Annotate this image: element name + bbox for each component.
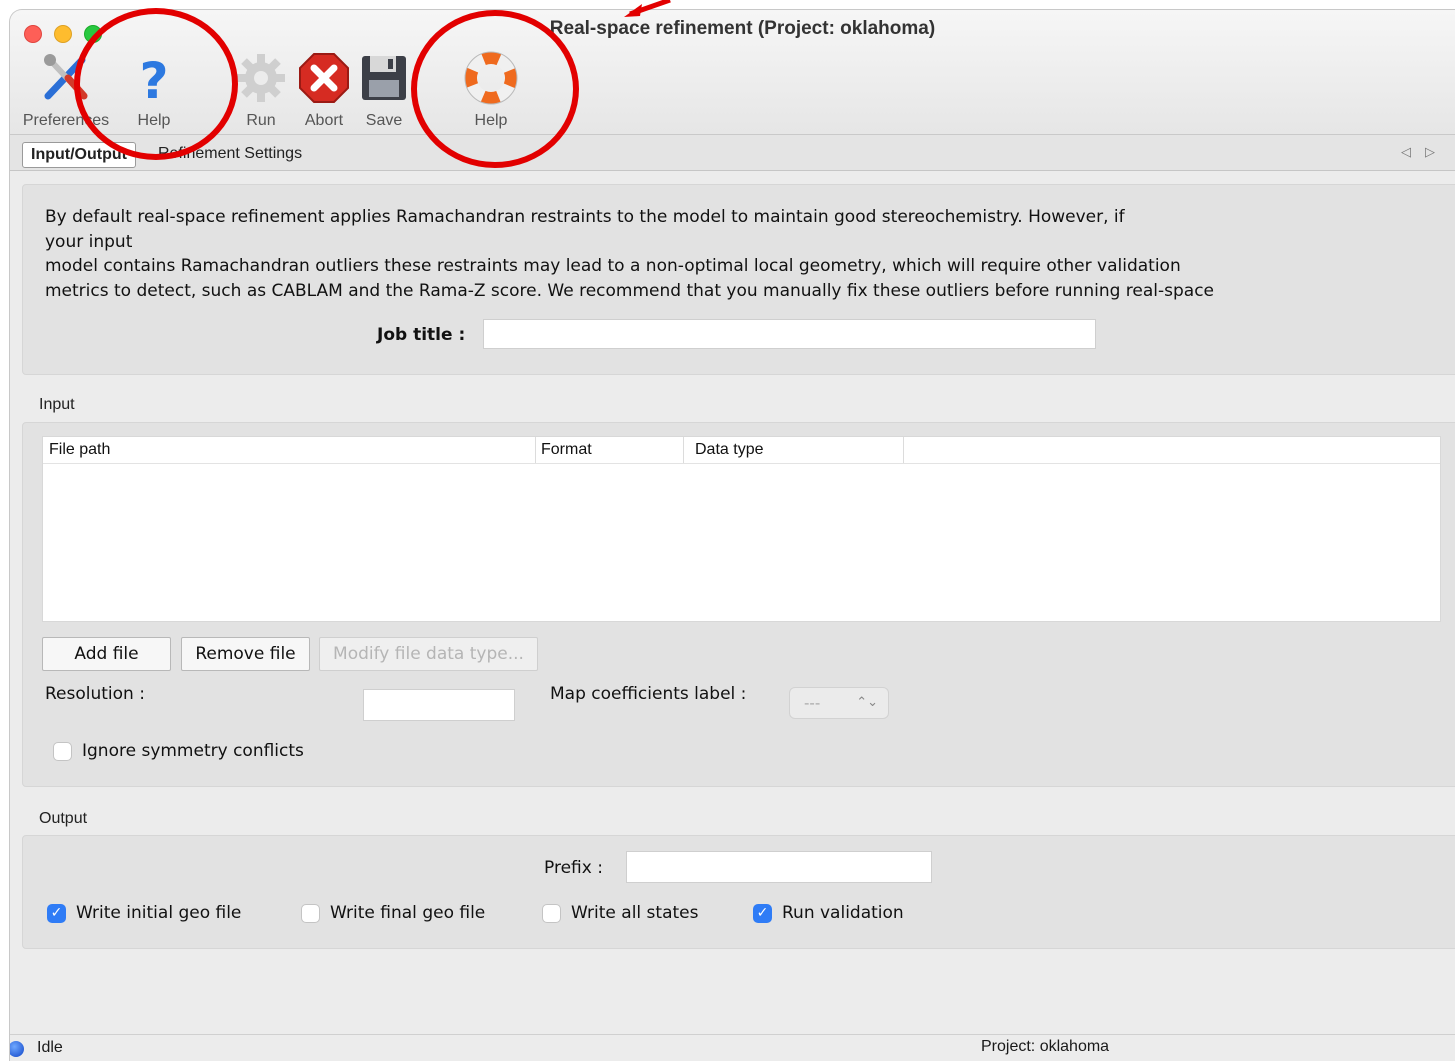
column-header-file-path[interactable]: File path (43, 437, 536, 463)
description-line-2: your input (45, 231, 133, 252)
input-files-table[interactable]: File path Format Data type (42, 436, 1441, 622)
project-name: Project: oklahoma (981, 1038, 1110, 1055)
ignore-symmetry-label: Ignore symmetry conflicts (82, 741, 304, 761)
help-button[interactable]: ? Help (122, 50, 186, 130)
save-label: Save (365, 112, 403, 129)
prefix-input[interactable] (626, 851, 932, 883)
save-button[interactable]: Save (356, 50, 412, 130)
map-coefficients-value: --- (804, 694, 821, 712)
status-bar: Idle Project: oklahoma (10, 1034, 1455, 1061)
prefix-label: Prefix : (544, 858, 603, 878)
run-button[interactable]: Run (230, 50, 292, 130)
write-all-states-label: Write all states (571, 903, 699, 923)
map-coefficients-select[interactable]: --- ⌃⌄ (789, 687, 889, 719)
svg-text:?: ? (139, 52, 168, 106)
remove-file-button[interactable]: Remove file (181, 637, 310, 671)
output-section-title: Output (39, 810, 88, 827)
write-final-geo-checkbox[interactable]: Write final geo file (301, 903, 485, 923)
status-indicator-icon (10, 1041, 24, 1057)
abort-label: Abort (304, 112, 344, 129)
table-header-divider (43, 463, 1440, 464)
description-line-3: model contains Ramachandran outliers the… (45, 256, 1181, 276)
input-section-title: Input (39, 396, 75, 413)
lifebuoy-icon (463, 50, 519, 106)
help-label: Help (137, 112, 171, 129)
select-stepper-icon: ⌃⌄ (856, 695, 878, 710)
write-all-states-box (542, 903, 561, 923)
ignore-symmetry-checkbox[interactable]: Ignore symmetry conflicts (53, 741, 304, 761)
resolution-input[interactable] (363, 689, 515, 721)
description-line-4: metrics to detect, such as CABLAM and th… (45, 280, 1215, 301)
write-final-geo-label: Write final geo file (330, 903, 486, 923)
preferences-label: Preferences (22, 112, 110, 129)
help2-label: Help (474, 112, 508, 129)
add-file-button[interactable]: Add file (42, 637, 171, 671)
write-all-states-checkbox[interactable]: Write all states (542, 903, 698, 923)
help-lifebuoy-button[interactable]: Help (460, 50, 522, 130)
abort-x-icon (296, 50, 352, 106)
tab-refinement-settings[interactable]: Refinement Settings (150, 142, 310, 166)
annotation-arrow-icon (624, 0, 671, 17)
window-title: Real-space refinement (Project: oklahoma… (549, 18, 936, 39)
column-header-format[interactable]: Format (535, 437, 684, 463)
description-line-1: By default real-space refinement applies… (45, 207, 1125, 227)
job-title-input[interactable] (483, 319, 1096, 349)
job-title-label: Job title : (377, 325, 466, 345)
floppy-disk-icon (356, 50, 412, 106)
ignore-symmetry-box (53, 741, 72, 761)
tab-input-output[interactable]: Input/Output (22, 142, 136, 168)
question-mark-icon: ? (126, 50, 182, 110)
run-validation-checkbox[interactable]: ✓ Run validation (753, 903, 904, 923)
tab-bar: Input/Output Refinement Settings ◁▷ (10, 135, 1455, 171)
app-window: Real-space refinement (Project: oklahoma… (10, 10, 1455, 1061)
run-label: Run (246, 112, 276, 129)
run-validation-box: ✓ (753, 903, 772, 923)
preferences-tools-icon (38, 50, 94, 106)
map-coefficients-label: Map coefficients label : (550, 684, 747, 704)
run-validation-label: Run validation (782, 903, 904, 923)
column-header-data-type[interactable]: Data type (689, 437, 904, 463)
tab-scroll-arrows[interactable]: ◁▷ (1401, 145, 1449, 160)
preferences-button[interactable]: Preferences (16, 50, 116, 130)
abort-button[interactable]: Abort (293, 50, 355, 130)
write-initial-geo-label: Write initial geo file (76, 903, 242, 923)
refinement-description: By default real-space refinement applies… (45, 205, 1305, 303)
write-initial-geo-checkbox[interactable]: ✓ Write initial geo file (47, 903, 241, 923)
resolution-label: Resolution : (45, 684, 145, 704)
write-initial-geo-box: ✓ (47, 903, 66, 923)
title-toolbar: Real-space refinement (Project: oklahoma… (10, 10, 1455, 135)
modify-file-data-type-button[interactable]: Modify file data type... (319, 637, 538, 671)
status-text: Idle (37, 1039, 63, 1056)
gear-icon (233, 50, 289, 106)
write-final-geo-box (301, 903, 320, 923)
